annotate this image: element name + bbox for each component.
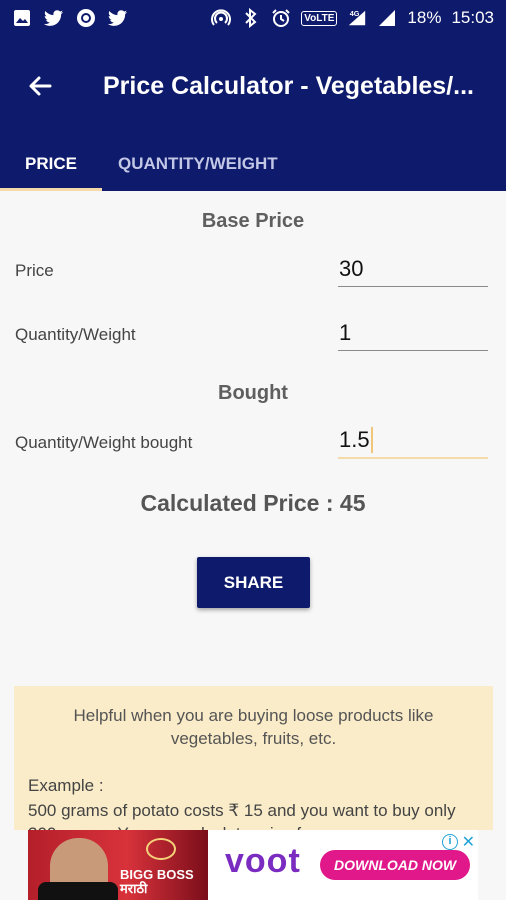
ad-brand-logo: voot (225, 842, 301, 880)
bluetooth-icon (241, 8, 261, 28)
quantity-weight-label: Quantity/Weight (15, 325, 136, 344)
quantity-bought-input[interactable]: 1.5 (338, 423, 488, 459)
tab-quantity-weight[interactable]: QUANTITY/WEIGHT (102, 136, 278, 191)
tab-price[interactable]: PRICE (0, 136, 102, 191)
ad-close-icon[interactable]: ✕ (462, 832, 475, 852)
ad-host-shirt (38, 882, 118, 900)
quantity-bought-value: 1.5 (339, 427, 370, 452)
status-bar: VoLTE 4G 18% 15:03 (0, 0, 506, 36)
back-arrow-icon[interactable] (24, 70, 56, 102)
volte-icon: VoLTE (301, 10, 338, 26)
battery-level: 18% (407, 8, 442, 27)
signal-icon: 4G (347, 8, 367, 28)
example-label: Example : (28, 776, 104, 795)
share-button[interactable]: SHARE (197, 557, 310, 608)
calculated-price: Calculated Price : 45 (140, 490, 366, 516)
clock: 15:03 (451, 8, 494, 27)
app-bar: Price Calculator - Vegetables/... (0, 36, 506, 136)
price-label: Price (15, 261, 54, 280)
tab-bar: PRICE QUANTITY/WEIGHT (0, 136, 506, 191)
text-cursor (370, 427, 373, 453)
help-text: Helpful when you are buying loose produc… (73, 706, 434, 748)
signal-icon (377, 8, 397, 28)
ad-download-button[interactable]: DOWNLOAD NOW (320, 850, 471, 880)
quantity-weight-value: 1 (339, 319, 352, 345)
ad-image: BIGG BOSS मराठी (28, 830, 208, 900)
page-title: Price Calculator - Vegetables/... (103, 72, 474, 100)
gallery-icon (12, 8, 32, 28)
example-text: 500 grams of potato costs ₹ 15 and you w… (28, 801, 456, 830)
price-input[interactable]: 30 (338, 251, 488, 287)
bought-heading: Bought (218, 382, 288, 404)
quantity-weight-input[interactable]: 1 (338, 315, 488, 351)
quantity-bought-label: Quantity/Weight bought (15, 433, 193, 452)
hotspot-icon (211, 8, 232, 28)
app-circle-icon (76, 8, 96, 28)
eye-logo-icon (146, 838, 176, 860)
ad-show-title: BIGG BOSS मराठी (120, 867, 194, 896)
info-box: Helpful when you are buying loose produc… (14, 686, 493, 830)
ad-info-icon[interactable]: i (442, 834, 458, 850)
alarm-icon (271, 8, 291, 28)
twitter-icon (108, 8, 128, 28)
base-price-heading: Base Price (201, 210, 305, 232)
twitter-icon (44, 8, 64, 28)
price-value: 30 (339, 255, 364, 281)
svg-text:4G: 4G (350, 9, 360, 18)
ad-banner[interactable]: BIGG BOSS मराठी voot DOWNLOAD NOW i ✕ (28, 830, 478, 900)
